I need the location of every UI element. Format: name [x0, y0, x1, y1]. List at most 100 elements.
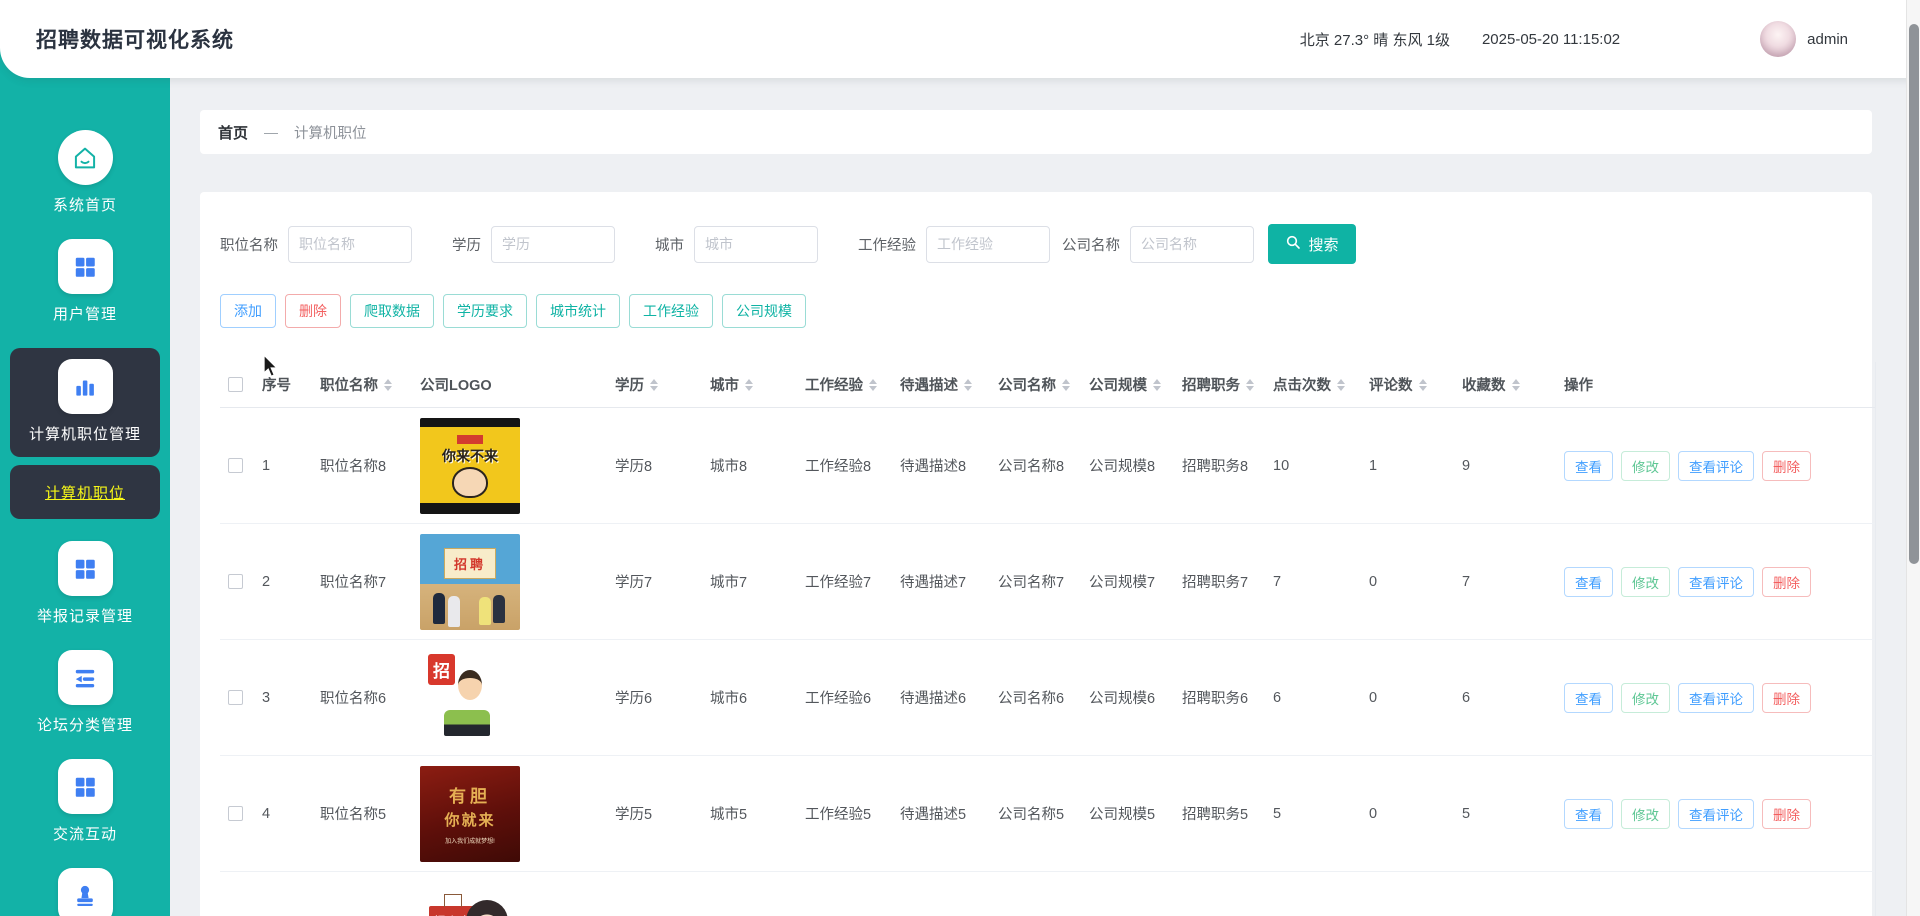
education-requirement-button[interactable]: 学历要求	[443, 294, 527, 328]
cell-salary-desc: 待遇描述7	[900, 575, 967, 591]
cell-company: 公司名称6	[998, 691, 1065, 707]
column-header[interactable]: 待遇描述	[900, 374, 998, 395]
column-header-label: 公司规模	[1089, 378, 1147, 394]
delete-row-button[interactable]: 删除	[1762, 566, 1811, 597]
scrollbar-thumb[interactable]	[1909, 24, 1919, 564]
app-title: 招聘数据可视化系统	[36, 29, 234, 52]
search-field-group: 城市	[655, 225, 818, 263]
list-indent-icon	[57, 650, 113, 705]
select-all-checkbox[interactable]	[228, 377, 243, 392]
delete-row-button[interactable]: 删除	[1762, 682, 1811, 713]
row-checkbox[interactable]	[228, 574, 243, 589]
column-header-label: 公司名称	[998, 378, 1056, 394]
company-logo[interactable]: 有胆 你就来 加入我们成就梦想!	[420, 765, 520, 862]
select-all-cell	[220, 377, 262, 392]
sidebar-menu: 系统首页用户管理计算机职位管理计算机职位举报记录管理论坛分类管理交流互动系统管理	[0, 0, 170, 916]
toolbar: 添加 删除 爬取数据 学历要求 城市统计 工作经验 公司规模	[220, 294, 1852, 328]
crawl-data-button[interactable]: 爬取数据	[350, 294, 434, 328]
column-header-label: 点击次数	[1273, 378, 1331, 394]
sidebar-item-6[interactable]: 交流互动	[10, 759, 160, 844]
column-header[interactable]: 职位名称	[320, 374, 420, 395]
sidebar-subitem[interactable]: 计算机职位	[10, 465, 160, 519]
cell-logo: 招	[420, 649, 615, 746]
sidebar-item-7[interactable]: 系统管理	[10, 868, 160, 916]
cell-favorites: 7	[1462, 573, 1471, 590]
cell-city: 城市6	[710, 691, 748, 707]
search-input-3[interactable]	[694, 225, 818, 263]
sidebar-item-label: 计算机职位管理	[28, 426, 141, 443]
table-header-row: 序号 职位名称 公司LOGO 学历 城市 工作经验 待遇描述 公司名称 公司规模 招聘职务 点击次数…	[220, 362, 1875, 408]
view-comments-button[interactable]: 查看评论	[1678, 566, 1754, 597]
cell-job-name: 职位名称5	[320, 807, 387, 823]
stamp-icon	[57, 868, 113, 916]
row-checkbox[interactable]	[228, 690, 243, 705]
work-experience-button[interactable]: 工作经验	[629, 294, 713, 328]
username-text[interactable]: admin	[1807, 31, 1848, 48]
search-field-group: 职位名称	[220, 225, 412, 263]
column-header[interactable]: 学历	[615, 374, 710, 395]
column-header[interactable]: 招聘职务	[1182, 374, 1273, 395]
breadcrumb-home[interactable]: 首页	[218, 122, 248, 143]
row-checkbox-cell	[220, 806, 262, 821]
cell-index: 3	[262, 689, 271, 706]
edit-button[interactable]: 修改	[1621, 566, 1670, 597]
column-header[interactable]: 城市	[710, 374, 805, 395]
grid-icon	[57, 541, 113, 596]
delete-row-button[interactable]: 删除	[1762, 798, 1811, 829]
sort-icon	[1418, 378, 1427, 391]
edit-button[interactable]: 修改	[1621, 798, 1670, 829]
view-button[interactable]: 查看	[1564, 682, 1613, 713]
view-button[interactable]: 查看	[1564, 566, 1613, 597]
delete-row-button[interactable]: 删除	[1762, 450, 1811, 481]
column-header[interactable]: 收藏数	[1462, 374, 1564, 395]
cell-company-scale: 公司规模7	[1089, 575, 1156, 591]
search-input-4[interactable]	[926, 225, 1050, 263]
edit-button[interactable]: 修改	[1621, 450, 1670, 481]
page-scrollbar	[1906, 0, 1920, 916]
cell-logo: 招聘	[420, 533, 615, 630]
logo-text: 招人中	[429, 905, 477, 916]
search-button-label: 搜索	[1308, 236, 1339, 254]
column-header[interactable]: 评论数	[1369, 374, 1462, 395]
sidebar-item-1[interactable]: 系统首页	[10, 130, 160, 215]
company-scale-button[interactable]: 公司规模	[722, 294, 806, 328]
row-checkbox-cell	[220, 458, 262, 473]
sidebar-item-label: 举报记录管理	[36, 608, 133, 625]
edit-button[interactable]: 修改	[1621, 682, 1670, 713]
view-comments-button[interactable]: 查看评论	[1678, 682, 1754, 713]
sidebar-item-2[interactable]: 用户管理	[10, 239, 160, 324]
search-field-label: 职位名称	[220, 237, 278, 254]
table-row: 2 职位名称7 招聘 学历7 城市7 工作经验7 待遇描述7 公司名称7 公司规模7 招聘职务7 7…	[220, 524, 1875, 640]
logo-text: 你就来	[444, 812, 496, 829]
column-header[interactable]: 公司名称	[998, 374, 1089, 395]
view-button[interactable]: 查看	[1564, 450, 1613, 481]
sidebar-item-4[interactable]: 举报记录管理	[10, 541, 160, 626]
company-logo[interactable]: 招聘	[420, 533, 520, 630]
company-logo[interactable]: 招	[420, 649, 502, 746]
sidebar-item-label: 交流互动	[52, 826, 117, 843]
cell-company: 公司名称5	[998, 807, 1065, 823]
search-button[interactable]: 搜索	[1268, 224, 1356, 264]
column-header[interactable]: 点击次数	[1273, 374, 1369, 395]
search-input-2[interactable]	[491, 225, 615, 263]
view-comments-button[interactable]: 查看评论	[1678, 450, 1754, 481]
view-comments-button[interactable]: 查看评论	[1678, 798, 1754, 829]
delete-button[interactable]: 删除	[285, 294, 341, 328]
search-field-group: 工作经验	[858, 225, 1050, 263]
view-button[interactable]: 查看	[1564, 798, 1613, 829]
company-logo[interactable]: 招人中	[420, 881, 520, 916]
company-logo[interactable]: 你来不来	[420, 417, 520, 514]
column-header[interactable]: 公司规模	[1089, 374, 1182, 395]
column-header[interactable]: 工作经验	[805, 374, 900, 395]
row-checkbox[interactable]	[228, 806, 243, 821]
cell-company-scale: 公司规模6	[1089, 691, 1156, 707]
search-input-1[interactable]	[288, 225, 412, 263]
sidebar-item-3[interactable]: 计算机职位管理	[10, 348, 160, 457]
add-button[interactable]: 添加	[220, 294, 276, 328]
row-checkbox[interactable]	[228, 458, 243, 473]
breadcrumb: 首页 — 计算机职位	[200, 110, 1872, 154]
sidebar-item-5[interactable]: 论坛分类管理	[10, 650, 160, 735]
user-avatar[interactable]	[1760, 21, 1797, 57]
city-stats-button[interactable]: 城市统计	[536, 294, 620, 328]
search-input-5[interactable]	[1130, 225, 1254, 263]
